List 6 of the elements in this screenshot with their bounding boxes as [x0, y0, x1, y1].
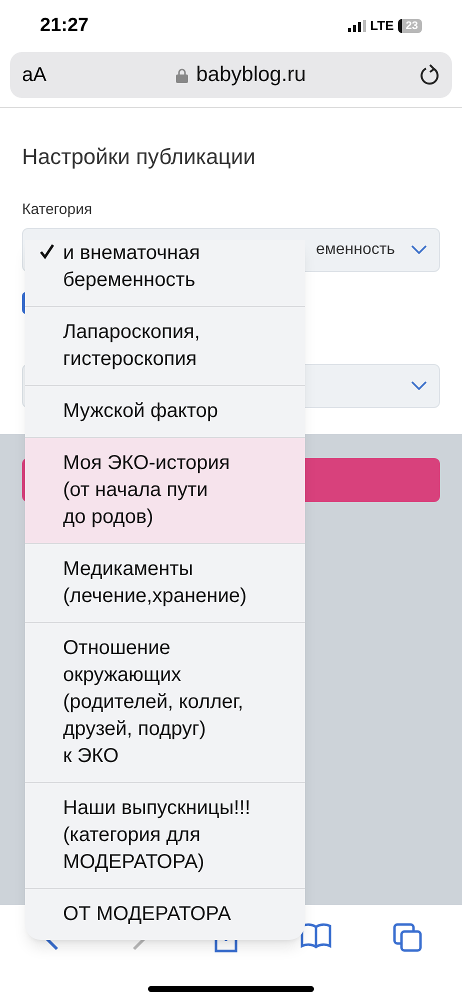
status-time: 21:27: [40, 14, 89, 38]
network-label: LTE: [370, 17, 394, 36]
url-text: babyblog.ru: [196, 62, 306, 88]
battery-icon: 23: [398, 19, 422, 33]
field-label: Категория: [22, 200, 94, 220]
page-title: Настройки публикации: [22, 143, 256, 171]
